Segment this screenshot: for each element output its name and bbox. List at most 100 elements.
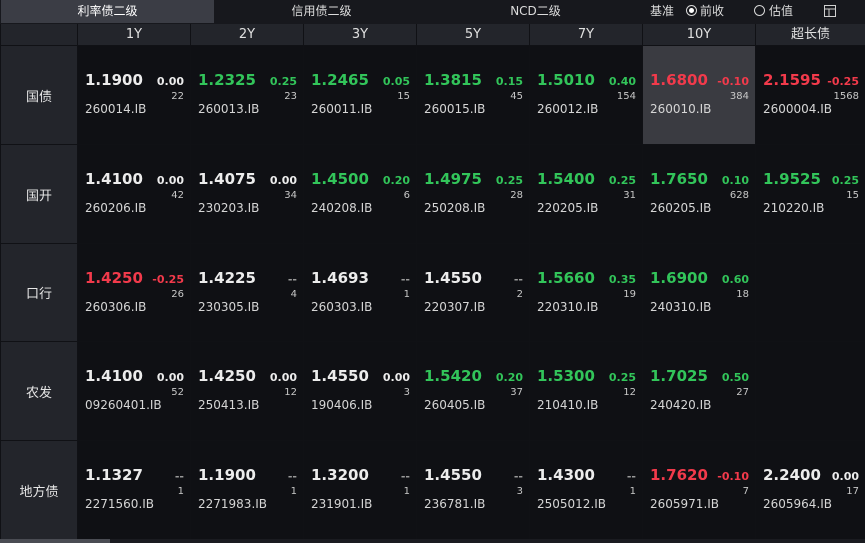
tab-bar: 利率债二级 信用债二级 NCD二级 基准 前收 估值 bbox=[0, 0, 865, 24]
quote-cell[interactable]: 1.4225 -- 4 230305.IB bbox=[191, 244, 303, 341]
quote-cell[interactable]: 1.4550 0.00 3 190406.IB bbox=[304, 342, 416, 440]
yield-value: 1.4975 bbox=[424, 170, 482, 188]
bond-code: 2605971.IB bbox=[650, 497, 720, 511]
radio-valuation[interactable] bbox=[754, 5, 765, 16]
quote-cell[interactable]: 1.4100 0.00 52 09260401.IB bbox=[78, 342, 190, 440]
bond-code: 260013.IB bbox=[198, 102, 260, 116]
quote-cell[interactable]: 1.4550 -- 2 220307.IB bbox=[417, 244, 529, 341]
trade-count: 1 bbox=[629, 486, 636, 497]
column-header-1: 2Y bbox=[191, 24, 303, 45]
bond-code: 2505012.IB bbox=[537, 497, 607, 511]
quote-cell[interactable]: 1.4100 0.00 42 260206.IB bbox=[78, 145, 190, 243]
quote-cell[interactable]: 1.4250 -0.25 26 260306.IB bbox=[78, 244, 190, 341]
yield-value: 1.1900 bbox=[85, 71, 143, 89]
column-header-5: 10Y bbox=[643, 24, 755, 45]
tab-ncd[interactable]: NCD二级 bbox=[429, 0, 642, 23]
change-value: 0.05 bbox=[382, 75, 410, 88]
empty-cell bbox=[756, 342, 865, 440]
layout-icon[interactable] bbox=[824, 5, 836, 17]
trade-count: 27 bbox=[736, 387, 749, 398]
grid-corner bbox=[1, 24, 77, 45]
quote-cell[interactable]: 1.5660 0.35 19 220310.IB bbox=[530, 244, 642, 341]
radio-valuation-label[interactable]: 估值 bbox=[769, 0, 793, 23]
quote-cell[interactable]: 1.5400 0.25 31 220205.IB bbox=[530, 145, 642, 243]
quote-cell[interactable]: 1.6900 0.60 18 240310.IB bbox=[643, 244, 755, 341]
yield-value: 1.5400 bbox=[537, 170, 595, 188]
scrollbar-thumb[interactable] bbox=[0, 539, 110, 543]
quote-cell[interactable]: 1.5300 0.25 12 210410.IB bbox=[530, 342, 642, 440]
change-value: -- bbox=[626, 470, 636, 483]
quote-cell[interactable]: 1.3815 0.15 45 260015.IB bbox=[417, 46, 529, 144]
yield-value: 1.6800 bbox=[650, 71, 708, 89]
trade-count: 15 bbox=[846, 190, 859, 201]
change-value: 0.25 bbox=[269, 75, 297, 88]
change-value: -0.25 bbox=[827, 75, 859, 88]
trade-count: 12 bbox=[623, 387, 636, 398]
trade-count: 26 bbox=[171, 289, 184, 300]
quote-cell[interactable]: 1.4250 0.00 12 250413.IB bbox=[191, 342, 303, 440]
quote-cell[interactable]: 1.5010 0.40 154 260012.IB bbox=[530, 46, 642, 144]
trade-count: 1568 bbox=[833, 91, 859, 102]
yield-value: 1.3200 bbox=[311, 466, 369, 484]
quote-cell[interactable]: 1.2465 0.05 15 260011.IB bbox=[304, 46, 416, 144]
quote-cell[interactable]: 1.4500 0.20 6 240208.IB bbox=[304, 145, 416, 243]
trade-count: 18 bbox=[736, 289, 749, 300]
quote-cell[interactable]: 1.4975 0.25 28 250208.IB bbox=[417, 145, 529, 243]
yield-value: 1.7620 bbox=[650, 466, 708, 484]
change-value: 0.00 bbox=[156, 75, 184, 88]
quote-cell[interactable]: 1.1900 0.00 22 260014.IB bbox=[78, 46, 190, 144]
quote-cell[interactable]: 1.4550 -- 3 236781.IB bbox=[417, 441, 529, 539]
trade-count: 154 bbox=[616, 91, 636, 102]
yield-value: 1.2465 bbox=[311, 71, 369, 89]
bond-code: 220205.IB bbox=[537, 201, 599, 215]
yield-value: 1.4693 bbox=[311, 269, 369, 287]
radio-prev-close-label[interactable]: 前收 bbox=[700, 0, 724, 23]
column-header-2: 3Y bbox=[304, 24, 416, 45]
tab-credit-bonds[interactable]: 信用债二级 bbox=[214, 0, 429, 23]
quote-cell[interactable]: 1.5420 0.20 37 260405.IB bbox=[417, 342, 529, 440]
quote-cell[interactable]: 1.9525 0.25 15 210220.IB bbox=[756, 145, 865, 243]
tab-rate-bonds[interactable]: 利率债二级 bbox=[1, 0, 214, 23]
change-value: 0.60 bbox=[721, 273, 749, 286]
trade-count: 23 bbox=[284, 91, 297, 102]
change-value: 0.15 bbox=[495, 75, 523, 88]
radio-prev-close[interactable] bbox=[686, 5, 697, 16]
bond-code: 260015.IB bbox=[424, 102, 486, 116]
quote-cell[interactable]: 1.1327 -- 1 2271560.IB bbox=[78, 441, 190, 539]
quote-cell[interactable]: 1.7650 0.10 628 260205.IB bbox=[643, 145, 755, 243]
yield-value: 1.4550 bbox=[424, 466, 482, 484]
quote-cell[interactable]: 1.7620 -0.10 7 2605971.IB bbox=[643, 441, 755, 539]
change-value: 0.50 bbox=[721, 371, 749, 384]
quote-cell[interactable]: 1.7025 0.50 27 240420.IB bbox=[643, 342, 755, 440]
bond-code: 210220.IB bbox=[763, 201, 825, 215]
trade-count: 17 bbox=[846, 486, 859, 497]
column-header-6: 超长债 bbox=[756, 24, 865, 45]
trade-count: 22 bbox=[171, 91, 184, 102]
change-value: -0.25 bbox=[152, 273, 184, 286]
quote-cell[interactable]: 1.6800 -0.10 384 260010.IB bbox=[643, 46, 755, 144]
trade-count: 45 bbox=[510, 91, 523, 102]
trade-count: 1 bbox=[290, 486, 297, 497]
quote-cell[interactable]: 1.4300 -- 1 2505012.IB bbox=[530, 441, 642, 539]
yield-value: 1.3815 bbox=[424, 71, 482, 89]
quote-cell[interactable]: 2.2400 0.00 17 2605964.IB bbox=[756, 441, 865, 539]
quote-cell[interactable]: 1.2325 0.25 23 260013.IB bbox=[191, 46, 303, 144]
bond-code: 2605964.IB bbox=[763, 497, 833, 511]
horizontal-scrollbar[interactable] bbox=[0, 539, 865, 543]
quote-cell[interactable]: 1.4693 -- 1 260303.IB bbox=[304, 244, 416, 341]
bond-code: 250208.IB bbox=[424, 201, 486, 215]
change-value: -- bbox=[400, 470, 410, 483]
quote-cell[interactable]: 1.1900 -- 1 2271983.IB bbox=[191, 441, 303, 539]
basis-label: 基准 bbox=[650, 4, 675, 18]
bond-code: 210410.IB bbox=[537, 398, 599, 412]
trade-count: 52 bbox=[171, 387, 184, 398]
trade-count: 1 bbox=[403, 486, 410, 497]
trade-count: 28 bbox=[510, 190, 523, 201]
bond-code: 220307.IB bbox=[424, 300, 486, 314]
quote-cell[interactable]: 1.4075 0.00 34 230203.IB bbox=[191, 145, 303, 243]
quote-cell[interactable]: 2.1595 -0.25 1568 2600004.IB bbox=[756, 46, 865, 144]
yield-value: 1.4250 bbox=[198, 367, 256, 385]
yield-value: 1.6900 bbox=[650, 269, 708, 287]
quote-cell[interactable]: 1.3200 -- 1 231901.IB bbox=[304, 441, 416, 539]
yield-value: 1.5420 bbox=[424, 367, 482, 385]
